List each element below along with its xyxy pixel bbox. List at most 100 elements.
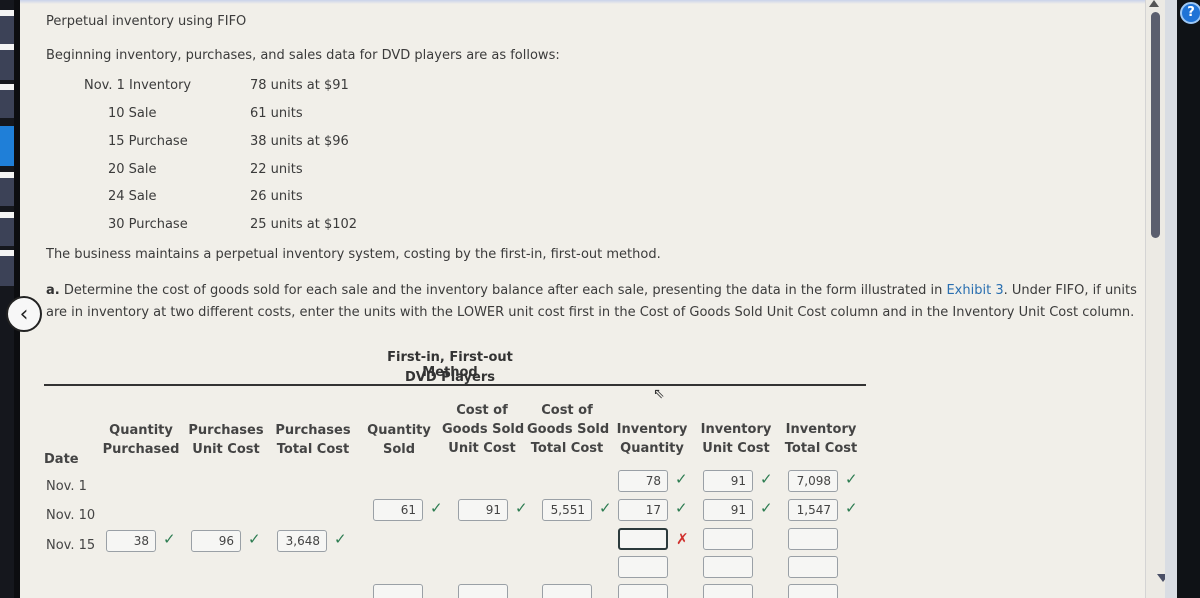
inv-qty-input[interactable]: 17 (618, 499, 668, 521)
transaction-label: 24 Sale (108, 189, 157, 204)
header-inv-unit-cost: Inventory Unit Cost (700, 420, 772, 458)
table-rule (44, 384, 866, 386)
transaction-detail: 38 units at $96 (250, 134, 349, 149)
header-line: Unit Cost (192, 442, 260, 457)
transaction-label: 30 Purchase (108, 217, 188, 232)
correct-check-icon: ✓ (163, 530, 176, 548)
header-line: Quantity (620, 441, 684, 456)
correct-check-icon: ✓ (845, 470, 858, 488)
header-line: Goods Sold (527, 422, 610, 437)
inv-total-cost-input[interactable]: 1,547 (788, 499, 838, 521)
inv-total-cost-input[interactable] (788, 528, 838, 550)
scrollbar-thumb[interactable] (1151, 12, 1160, 238)
cogs-unit-cost-input[interactable]: 91 (458, 499, 508, 521)
purch-unit-cost-input[interactable]: 96 (191, 530, 241, 552)
method-note: The business maintains a perpetual inven… (46, 247, 661, 262)
inv-qty-input[interactable] (618, 556, 668, 578)
inv-unit-cost-input[interactable] (703, 528, 753, 550)
transaction-label: 15 Purchase (108, 134, 188, 149)
inv-qty-input-active[interactable] (618, 528, 668, 550)
correct-check-icon: ✓ (845, 499, 858, 517)
taskbar-block (0, 178, 14, 206)
problem-intro: Beginning inventory, purchases, and sale… (46, 48, 560, 63)
row-date: Nov. 1 (46, 479, 87, 494)
correct-check-icon: ✓ (760, 470, 773, 488)
mouse-cursor-icon: ⇖ (653, 386, 665, 402)
inv-qty-input[interactable]: 78 (618, 470, 668, 492)
help-question-icon[interactable]: ? (1180, 2, 1200, 24)
header-purch-total-cost: Purchases Total Cost (272, 421, 354, 459)
transaction-label: 10 Sale (108, 106, 157, 121)
transaction-detail: 25 units at $102 (250, 217, 358, 232)
header-line: Purchases (275, 423, 351, 438)
header-line: Inventory (785, 422, 857, 437)
part-a-instructions: a. Determine the cost of goods sold for … (46, 280, 1141, 324)
transaction-detail: 26 units (250, 189, 303, 204)
taskbar-block (0, 256, 14, 286)
problem-title: Perpetual inventory using FIFO (46, 14, 247, 29)
correct-check-icon: ✓ (334, 530, 347, 548)
correct-check-icon: ✓ (599, 499, 612, 517)
inv-unit-cost-input[interactable] (703, 584, 753, 598)
header-line: Total Cost (784, 441, 858, 456)
header-purch-unit-cost: Purchases Unit Cost (186, 421, 266, 459)
header-qty-sold: Quantity Sold (364, 421, 434, 459)
inv-unit-cost-input[interactable] (703, 556, 753, 578)
header-line: Purchased (102, 442, 180, 457)
qty-sold-input[interactable] (373, 584, 423, 598)
header-line: Sold (382, 442, 416, 457)
inv-unit-cost-input[interactable]: 91 (703, 470, 753, 492)
inv-total-cost-input[interactable] (788, 556, 838, 578)
correct-check-icon: ✓ (675, 499, 688, 517)
header-line: Quantity (109, 423, 173, 438)
header-line: Total Cost (276, 442, 350, 457)
qty-sold-input[interactable]: 61 (373, 499, 423, 521)
scroll-up-arrow-icon[interactable] (1149, 0, 1159, 7)
cogs-total-cost-input[interactable]: 5,551 (542, 499, 592, 521)
purch-total-cost-input[interactable]: 3,648 (277, 530, 327, 552)
header-qty-purchased: Quantity Purchased (100, 421, 182, 459)
part-a-text: Determine the cost of goods sold for eac… (59, 283, 947, 298)
taskbar-block (0, 50, 14, 80)
header-line: Quantity (367, 423, 431, 438)
transaction-detail: 78 units at $91 (250, 78, 349, 93)
cogs-unit-cost-input[interactable] (458, 584, 508, 598)
header-line: Inventory (616, 422, 688, 437)
header-date: Date (44, 452, 79, 467)
inv-total-cost-input[interactable]: 7,098 (788, 470, 838, 492)
header-line: Unit Cost (702, 441, 770, 456)
window-frame (1165, 0, 1177, 598)
header-line: Unit Cost (448, 441, 516, 456)
taskbar-block (0, 16, 14, 44)
header-line: Goods Sold (442, 422, 525, 437)
transaction-detail: 22 units (250, 162, 303, 177)
exhibit-link[interactable]: Exhibit 3 (946, 283, 1003, 298)
back-arrow-button[interactable]: ‹ (6, 296, 42, 332)
inv-qty-input[interactable] (618, 584, 668, 598)
table-subtitle: DVD Players (405, 370, 495, 385)
correct-check-icon: ✓ (760, 499, 773, 517)
transaction-detail: 61 units (250, 106, 303, 121)
header-inv-total-cost: Inventory Total Cost (784, 420, 858, 458)
incorrect-x-icon: ✗ (676, 530, 689, 548)
header-cogs-unit-cost: Cost of Goods Sold Unit Cost (442, 401, 525, 458)
correct-check-icon: ✓ (515, 499, 528, 517)
taskbar-block (0, 90, 14, 118)
header-cogs-total-cost: Cost of Goods Sold Total Cost (527, 401, 610, 458)
header-line: Cost of (456, 403, 508, 418)
row-date: Nov. 10 (46, 508, 96, 523)
inv-unit-cost-input[interactable]: 91 (703, 499, 753, 521)
transaction-label: Nov. 1 Inventory (84, 78, 192, 93)
qty-purchased-input[interactable]: 38 (106, 530, 156, 552)
transaction-label: 20 Sale (108, 162, 157, 177)
correct-check-icon: ✓ (675, 470, 688, 488)
header-line: Cost of (541, 403, 593, 418)
cogs-total-cost-input[interactable] (542, 584, 592, 598)
correct-check-icon: ✓ (248, 530, 261, 548)
problem-content-pane: Perpetual inventory using FIFO Beginning… (20, 0, 1145, 598)
correct-check-icon: ✓ (430, 499, 443, 517)
inv-total-cost-input[interactable] (788, 584, 838, 598)
toolbar-edge (20, 0, 1145, 4)
header-line: Purchases (188, 423, 264, 438)
part-a-label: a. (46, 283, 60, 298)
